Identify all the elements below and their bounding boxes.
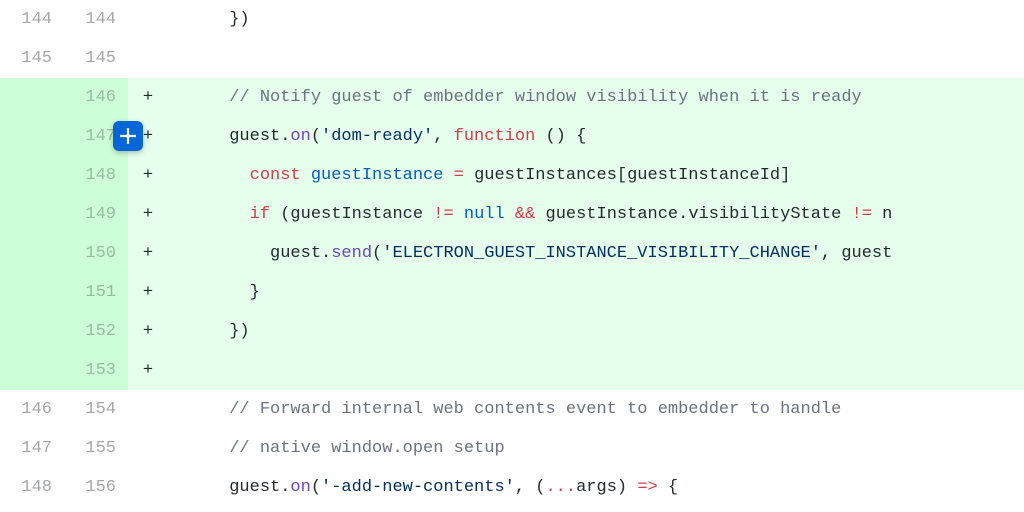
diff-marker: +	[128, 273, 168, 312]
line-number-old[interactable]	[0, 195, 64, 234]
line-number-new[interactable]: 149	[64, 195, 128, 234]
diff-row[interactable]: 144144 })	[0, 0, 1024, 39]
code-line[interactable]: // Forward internal web contents event t…	[168, 390, 1024, 429]
diff-row[interactable]: 153+	[0, 351, 1024, 390]
line-number-new[interactable]: 150	[64, 234, 128, 273]
code-line[interactable]	[168, 351, 1024, 390]
add-comment-button[interactable]	[113, 121, 143, 151]
diff-row[interactable]: 150+ guest.send('ELECTRON_GUEST_INSTANCE…	[0, 234, 1024, 273]
diff-row[interactable]: 148156 guest.on('-add-new-contents', (..…	[0, 468, 1024, 507]
code-line[interactable]: guest.send('ELECTRON_GUEST_INSTANCE_VISI…	[168, 234, 1024, 273]
diff-marker	[128, 429, 168, 468]
line-number-old[interactable]	[0, 351, 64, 390]
diff-marker: +	[128, 78, 168, 117]
diff-row[interactable]: 148+ const guestInstance = guestInstance…	[0, 156, 1024, 195]
line-number-new[interactable]: 151	[64, 273, 128, 312]
diff-row[interactable]: 146+ // Notify guest of embedder window …	[0, 78, 1024, 117]
diff-marker: +	[128, 195, 168, 234]
line-number-new[interactable]: 156	[64, 468, 128, 507]
code-line[interactable]: }	[168, 273, 1024, 312]
line-number-new[interactable]: 154	[64, 390, 128, 429]
line-number-old[interactable]	[0, 234, 64, 273]
line-number-old[interactable]	[0, 273, 64, 312]
diff-marker: +	[128, 117, 168, 156]
diff-row[interactable]: 151+ }	[0, 273, 1024, 312]
line-number-old[interactable]	[0, 156, 64, 195]
line-number-new[interactable]: 152	[64, 312, 128, 351]
code-line[interactable]: // Notify guest of embedder window visib…	[168, 78, 1024, 117]
line-number-old[interactable]: 148	[0, 468, 64, 507]
diff-marker	[128, 468, 168, 507]
diff-row[interactable]: 145145	[0, 39, 1024, 78]
line-number-old[interactable]	[0, 78, 64, 117]
diff-row[interactable]: 147+ guest.on('dom-ready', function () {	[0, 117, 1024, 156]
line-number-new[interactable]: 153	[64, 351, 128, 390]
diff-marker	[128, 39, 168, 78]
line-number-new[interactable]: 146	[64, 78, 128, 117]
code-line[interactable]: guest.on('-add-new-contents', (...args) …	[168, 468, 1024, 507]
diff-marker: +	[128, 351, 168, 390]
diff-marker: +	[128, 312, 168, 351]
diff-marker: +	[128, 234, 168, 273]
line-number-old[interactable]: 146	[0, 390, 64, 429]
diff-row[interactable]: 152+ })	[0, 312, 1024, 351]
code-line[interactable]: const guestInstance = guestInstances[gue…	[168, 156, 1024, 195]
line-number-new[interactable]: 144	[64, 0, 128, 39]
diff-row[interactable]: 149+ if (guestInstance != null && guestI…	[0, 195, 1024, 234]
code-line[interactable]	[168, 39, 1024, 78]
code-line[interactable]: })	[168, 0, 1024, 39]
code-line[interactable]: if (guestInstance != null && guestInstan…	[168, 195, 1024, 234]
code-line[interactable]: guest.on('dom-ready', function () {	[168, 117, 1024, 156]
line-number-new[interactable]: 155	[64, 429, 128, 468]
code-line[interactable]: })	[168, 312, 1024, 351]
code-line[interactable]: // native window.open setup	[168, 429, 1024, 468]
diff-view: 144144 })145145146+ // Notify guest of e…	[0, 0, 1024, 507]
line-number-old[interactable]: 147	[0, 429, 64, 468]
line-number-old[interactable]	[0, 312, 64, 351]
line-number-old[interactable]: 144	[0, 0, 64, 39]
diff-marker	[128, 390, 168, 429]
diff-marker: +	[128, 156, 168, 195]
diff-row[interactable]: 147155 // native window.open setup	[0, 429, 1024, 468]
diff-row[interactable]: 146154 // Forward internal web contents …	[0, 390, 1024, 429]
line-number-old[interactable]: 145	[0, 39, 64, 78]
line-number-new[interactable]: 145	[64, 39, 128, 78]
diff-marker	[128, 0, 168, 39]
line-number-old[interactable]	[0, 117, 64, 156]
plus-icon	[119, 127, 137, 145]
line-number-new[interactable]: 148	[64, 156, 128, 195]
